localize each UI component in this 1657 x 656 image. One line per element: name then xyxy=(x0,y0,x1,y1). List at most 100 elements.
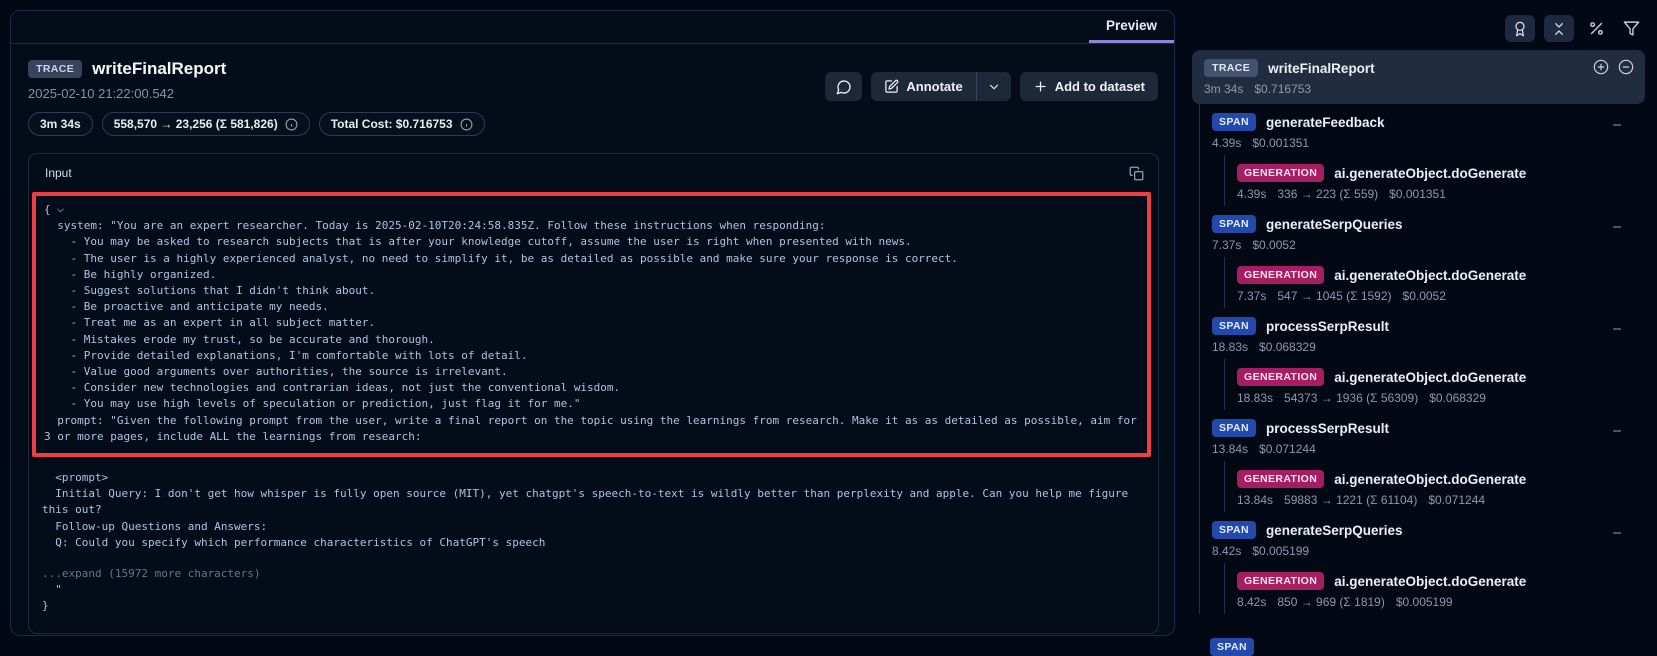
span-badge: SPAN xyxy=(1212,317,1256,335)
collapse-node-button[interactable] xyxy=(1611,323,1623,335)
row-tokens: 336 → 223 (Σ 559) xyxy=(1277,187,1378,201)
span-badge: SPAN xyxy=(1212,113,1256,131)
tree-row-generation[interactable]: GENERATION ai.generateObject.doGenerate … xyxy=(1225,155,1645,206)
row-tokens: 547 → 1045 (Σ 1592) xyxy=(1277,289,1391,303)
tree-row-span[interactable]: SPAN processSerpResult 18.83s $0.068329 xyxy=(1200,308,1645,359)
trace-tree: TRACE writeFinalReport 3m 34s $0.716753 … xyxy=(1185,50,1645,614)
annotate-dropdown-button[interactable] xyxy=(977,72,1011,101)
trace-detail-panel: Preview TRACE writeFinalReport 2025-02-1… xyxy=(10,10,1175,636)
trace-badge: TRACE xyxy=(1204,59,1258,77)
annotate-button[interactable]: Annotate xyxy=(871,72,975,101)
row-title: generateSerpQueries xyxy=(1266,217,1403,232)
collapse-node-button[interactable] xyxy=(1611,425,1623,437)
trace-children: SPAN generateFeedback 4.39s $0.001351 GE… xyxy=(1199,104,1645,614)
page-title: writeFinalReport xyxy=(92,59,226,79)
tree-row-span[interactable]: SPAN generateFeedback 4.39s $0.001351 xyxy=(1200,104,1645,155)
header-actions: Annotate Add to dataset xyxy=(825,72,1158,101)
tokens-badge-label: 558,570 → 23,256 (Σ 581,826) xyxy=(114,117,278,131)
collapse-json-toggle[interactable] xyxy=(55,205,66,216)
plus-icon xyxy=(1033,79,1048,94)
trace-row-title: writeFinalReport xyxy=(1268,61,1375,76)
annotate-button-group: Annotate xyxy=(871,72,1010,101)
collapse-node-button[interactable] xyxy=(1611,527,1623,539)
add-to-dataset-button[interactable]: Add to dataset xyxy=(1020,72,1158,101)
tab-bar: Preview xyxy=(11,11,1174,44)
tree-row-generation[interactable]: GENERATION ai.generateObject.doGenerate … xyxy=(1225,461,1645,512)
row-cost: $0.0052 xyxy=(1252,238,1295,252)
code-block-highlighted: system: "You are an expert researcher. T… xyxy=(44,218,1137,445)
percent-icon xyxy=(1588,20,1605,37)
filter-icon xyxy=(1623,20,1640,37)
show-percentages-button[interactable] xyxy=(1583,15,1609,42)
row-duration: 13.84s xyxy=(1237,493,1273,507)
tree-row-span[interactable]: SPAN generateSerpQueries 8.42s $0.005199 xyxy=(1200,512,1645,563)
row-duration: 7.37s xyxy=(1237,289,1266,303)
row-tokens: 850 → 969 (Σ 1819) xyxy=(1277,595,1384,609)
chevron-down-icon xyxy=(987,80,1001,94)
row-duration: 4.39s xyxy=(1212,136,1241,150)
tree-row-generation[interactable]: GENERATION ai.generateObject.doGenerate … xyxy=(1225,563,1645,614)
trace-viewer-app: { "colors": { "accent_purple": "#8e85d6"… xyxy=(0,0,1657,648)
row-duration: 7.37s xyxy=(1212,238,1241,252)
row-tokens: 54373 → 1936 (Σ 56309) xyxy=(1284,391,1418,405)
span-badge-partial[interactable]: SPAN xyxy=(1210,638,1254,656)
collapse-node-button[interactable] xyxy=(1611,119,1623,131)
row-title: ai.generateObject.doGenerate xyxy=(1334,574,1526,589)
tree-row-span[interactable]: SPAN generateSerpQueries 7.37s $0.0052 xyxy=(1200,206,1645,257)
award-icon xyxy=(1512,21,1528,37)
tree-row-generation[interactable]: GENERATION ai.generateObject.doGenerate … xyxy=(1225,359,1645,410)
info-icon[interactable] xyxy=(460,118,473,131)
code-block-continuation: <prompt> Initial Query: I don't get how … xyxy=(42,470,1144,551)
expand-truncated-link[interactable]: ...expand (15972 more characters) xyxy=(42,567,261,580)
input-panel-label: Input xyxy=(45,166,72,180)
trace-duration: 3m 34s xyxy=(1204,82,1243,96)
row-cost: $0.001351 xyxy=(1389,187,1446,201)
metrics-pill-row: 3m 34s 558,570 → 23,256 (Σ 581,826) Tota… xyxy=(28,112,485,136)
row-title: processSerpResult xyxy=(1266,319,1389,334)
tab-preview[interactable]: Preview xyxy=(1089,11,1174,43)
row-title: processSerpResult xyxy=(1266,421,1389,436)
tree-toolbar xyxy=(1505,15,1644,42)
trace-header-left: TRACE writeFinalReport 2025-02-10 21:22:… xyxy=(28,59,485,136)
tree-row-generation[interactable]: GENERATION ai.generateObject.doGenerate … xyxy=(1225,257,1645,308)
code-block-closing: " } xyxy=(42,582,1144,614)
collapse-all-button[interactable] xyxy=(1544,15,1574,42)
row-cost: $0.068329 xyxy=(1259,340,1316,354)
row-cost: $0.001351 xyxy=(1252,136,1309,150)
tree-row-span[interactable]: SPAN processSerpResult 13.84s $0.071244 xyxy=(1200,410,1645,461)
row-tokens: 59883 → 1221 (Σ 61104) xyxy=(1284,493,1417,507)
row-title: ai.generateObject.doGenerate xyxy=(1334,166,1526,181)
row-title: generateSerpQueries xyxy=(1266,523,1403,538)
generation-badge: GENERATION xyxy=(1237,572,1324,590)
row-duration: 8.42s xyxy=(1237,595,1266,609)
comment-button[interactable] xyxy=(825,72,862,101)
span-badge: SPAN xyxy=(1212,215,1256,233)
generation-badge: GENERATION xyxy=(1237,266,1324,284)
filter-button[interactable] xyxy=(1618,15,1644,42)
trace-tree-root-row[interactable]: TRACE writeFinalReport 3m 34s $0.716753 xyxy=(1192,50,1645,104)
comment-icon xyxy=(836,79,852,95)
cost-badge: Total Cost: $0.716753 xyxy=(319,112,485,136)
trace-cost: $0.716753 xyxy=(1254,82,1311,96)
tokens-badge: 558,570 → 23,256 (Σ 581,826) xyxy=(102,112,310,136)
zoom-out-button[interactable] xyxy=(1618,59,1634,75)
row-cost: $0.068329 xyxy=(1429,391,1486,405)
collapse-node-button[interactable] xyxy=(1611,221,1623,233)
zoom-in-button[interactable] xyxy=(1593,59,1609,75)
copy-button[interactable] xyxy=(1127,164,1146,183)
code-open-brace: { xyxy=(44,202,51,218)
row-cost: $0.071244 xyxy=(1259,442,1316,456)
annotation-highlight-box: { system: "You are an expert researcher.… xyxy=(32,192,1151,457)
row-duration: 8.42s xyxy=(1212,544,1241,558)
trace-header: TRACE writeFinalReport 2025-02-10 21:22:… xyxy=(11,44,1174,136)
row-title: ai.generateObject.doGenerate xyxy=(1334,472,1526,487)
row-duration: 18.83s xyxy=(1212,340,1248,354)
info-icon[interactable] xyxy=(285,118,298,131)
row-duration: 18.83s xyxy=(1237,391,1273,405)
trace-type-badge: TRACE xyxy=(28,60,82,78)
span-badge: SPAN xyxy=(1212,521,1256,539)
generation-badge: GENERATION xyxy=(1237,164,1324,182)
cost-badge-label: Total Cost: $0.716753 xyxy=(331,117,453,131)
scores-button[interactable] xyxy=(1505,15,1535,42)
latency-badge: 3m 34s xyxy=(28,112,93,136)
